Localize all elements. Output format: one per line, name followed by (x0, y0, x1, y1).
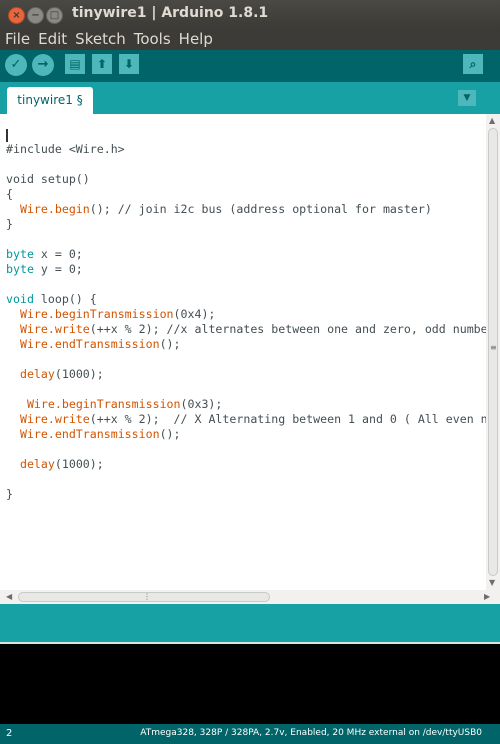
close-window-button[interactable]: × (8, 7, 25, 24)
code-line: (); (159, 337, 181, 351)
new-file-icon: ▤ (69, 57, 81, 71)
save-sketch-button[interactable]: ⬇ (119, 54, 139, 74)
vertical-scroll-thumb[interactable] (488, 128, 498, 576)
code-function: Wire.endTransmission (19, 427, 160, 441)
code-function: Wire.write (19, 412, 90, 426)
magnifier-icon: ⌕ (469, 57, 477, 71)
scroll-up-icon[interactable]: ▲ (489, 116, 495, 125)
text-cursor (6, 129, 8, 142)
code-keyword: byte (6, 262, 34, 276)
code-editor[interactable]: #include <Wire.h> void setup() { Wire.be… (0, 114, 486, 590)
tab-bar: tinywire1 § ▼ (0, 82, 500, 114)
window-title: tinywire1 | Arduino 1.8.1 (72, 5, 269, 21)
tab-tinywire1[interactable]: tinywire1 § (7, 87, 93, 114)
code-keyword: byte (6, 247, 34, 261)
code-line: } (6, 217, 13, 231)
code-function: Wire.beginTransmission (26, 397, 181, 411)
code-line: (++x % 2); //x alternates between one an… (89, 322, 486, 336)
grip-vertical-icon: ≡ (490, 343, 497, 352)
tab-menu-button[interactable]: ▼ (458, 90, 476, 106)
code-line: } (6, 487, 13, 501)
scroll-left-icon[interactable]: ◀ (6, 592, 12, 601)
code-line: (); (159, 427, 181, 441)
open-sketch-button[interactable]: ⬆ (92, 54, 112, 74)
arrow-down-icon: ⬇ (123, 57, 135, 71)
code-function: delay (19, 457, 55, 471)
serial-monitor-button[interactable]: ⌕ (463, 54, 483, 74)
code-line: loop() { (33, 292, 97, 306)
code-line: (0x4); (173, 307, 216, 321)
code-line: { (6, 187, 13, 201)
code-line: x = 0; (33, 247, 83, 261)
code-function: Wire.write (19, 322, 90, 336)
menu-bar: File Edit Sketch Tools Help (0, 28, 500, 50)
scroll-down-icon[interactable]: ▼ (489, 578, 495, 587)
code-keyword: void (6, 292, 34, 306)
menu-tools[interactable]: Tools (134, 30, 171, 48)
dropdown-arrow-icon: ▼ (463, 93, 471, 103)
code-line: (1000); (54, 457, 104, 471)
code-line: (1000); (54, 367, 104, 381)
window-titlebar: × − □ tinywire1 | Arduino 1.8.1 (0, 0, 500, 28)
code-line: #include <Wire.h> (6, 142, 125, 156)
maximize-window-button[interactable]: □ (46, 7, 63, 24)
toolbar: ✓ → ▤ ⬆ ⬇ ⌕ (0, 50, 500, 82)
code-line: (++x % 2); // X Alternating between 1 an… (89, 412, 486, 426)
checkmark-icon: ✓ (10, 57, 22, 72)
upload-button[interactable]: → (32, 54, 54, 76)
menu-file[interactable]: File (5, 30, 30, 48)
code-text: #include <Wire.h> void setup() { Wire.be… (6, 142, 486, 502)
line-number: 2 (6, 728, 13, 739)
minimize-window-button[interactable]: − (27, 7, 44, 24)
code-line: (0x3); (180, 397, 223, 411)
status-area (0, 604, 500, 642)
menu-sketch[interactable]: Sketch (75, 30, 126, 48)
arrow-right-icon: → (37, 57, 49, 72)
code-line: y = 0; (33, 262, 83, 276)
verify-button[interactable]: ✓ (5, 54, 27, 76)
code-function: delay (19, 367, 55, 381)
code-function: Wire.begin (19, 202, 90, 216)
scroll-right-icon[interactable]: ▶ (484, 592, 490, 601)
code-line: void setup() (6, 172, 90, 186)
console-output[interactable] (0, 642, 500, 726)
new-sketch-button[interactable]: ▤ (65, 54, 85, 74)
menu-edit[interactable]: Edit (38, 30, 67, 48)
board-info: ATmega328, 328P / 328PA, 2.7v, Enabled, … (140, 728, 482, 738)
code-function: Wire.beginTransmission (19, 307, 174, 321)
menu-help[interactable]: Help (179, 30, 213, 48)
code-function: Wire.endTransmission (19, 337, 160, 351)
arrow-up-icon: ⬆ (96, 57, 108, 71)
footer-bar: 2 ATmega328, 328P / 328PA, 2.7v, Enabled… (0, 724, 500, 744)
grip-horizontal-icon: ⋮ (143, 592, 151, 601)
code-line: (); // join i2c bus (address optional fo… (89, 202, 432, 216)
